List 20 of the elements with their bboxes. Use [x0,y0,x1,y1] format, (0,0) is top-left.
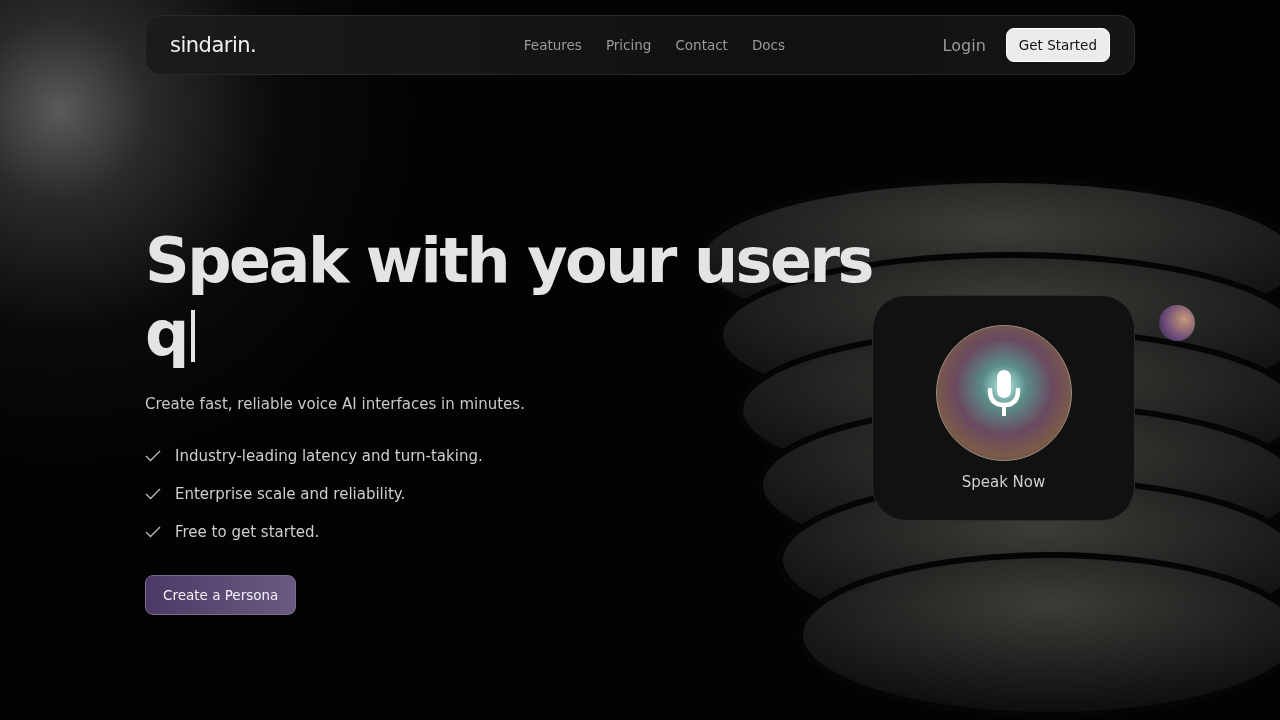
microphone-icon [986,370,1021,416]
check-icon [145,488,161,500]
speak-now-label: Speak Now [961,473,1046,491]
create-persona-button[interactable]: Create a Persona [145,575,297,615]
typed-text: q [145,296,188,370]
check-icon [145,526,161,538]
nav-link[interactable]: Contact [675,37,728,53]
nav-link[interactable]: Pricing [605,37,652,53]
feature-text: Industry-leading latency and turn-taking. [175,447,483,465]
get-started-button[interactable]: Get Started [1005,28,1110,62]
feature-text: Enterprise scale and reliability. [175,485,406,503]
text-cursor [191,310,196,362]
nav-link[interactable]: Features [523,37,582,53]
login-link[interactable]: Login [942,35,986,55]
headline: Speak with your users [145,225,872,297]
logo[interactable]: sindarin. [170,33,257,57]
nav-link[interactable]: Docs [751,37,786,53]
check-icon [145,450,161,462]
subtitle: Create fast, reliable voice AI interfaces in minutes. [145,395,526,413]
feature-text: Free to get started. [175,523,320,541]
